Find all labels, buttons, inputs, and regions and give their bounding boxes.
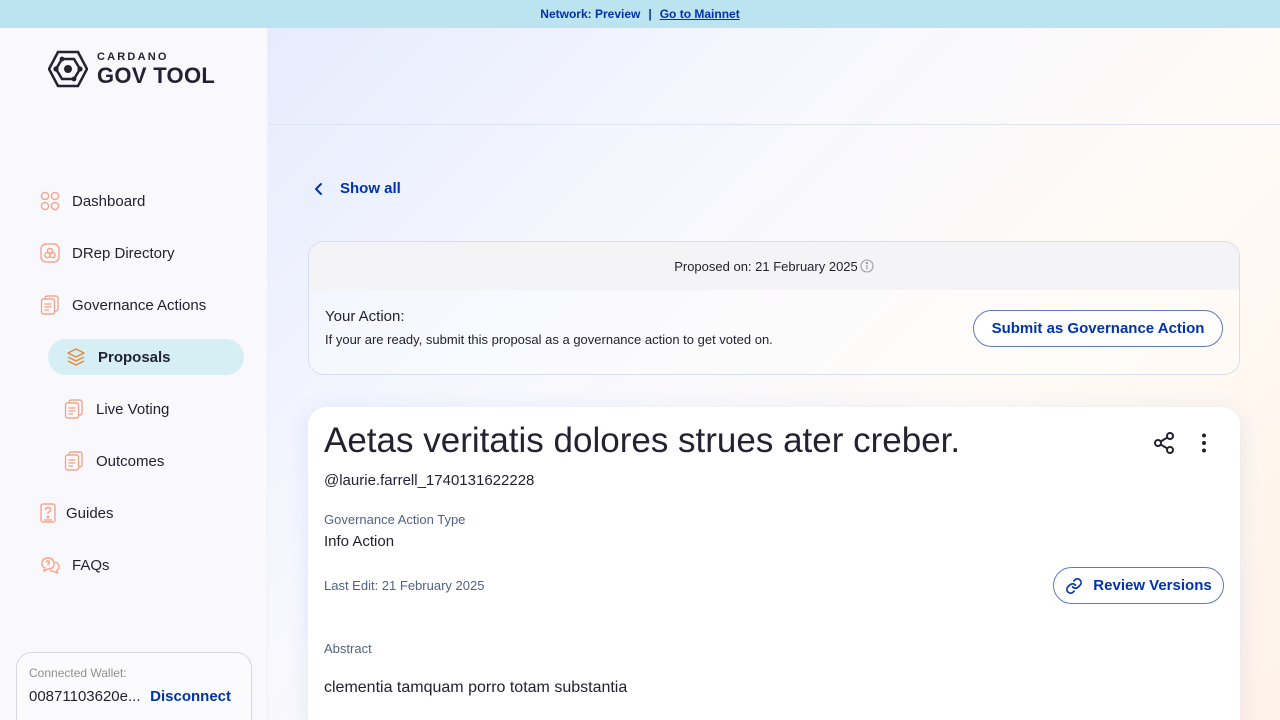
sidebar-item-live-voting[interactable]: Live Voting — [64, 391, 169, 427]
network-banner: Network: Preview | Go to Mainnet — [0, 0, 1280, 28]
sidebar-item-label: Guides — [66, 504, 114, 522]
sidebar-item-proposals[interactable]: Proposals — [48, 339, 244, 375]
sidebar-item-dashboard[interactable]: Dashboard — [40, 183, 145, 219]
abstract-text: clementia tamquam porro totam substantia — [324, 679, 628, 696]
cardano-logo-icon — [48, 50, 88, 88]
proposal-title: Aetas veritatis dolores strues ater creb… — [324, 421, 961, 460]
drep-directory-icon — [40, 243, 60, 263]
live-voting-icon — [64, 399, 84, 419]
governance-action-type-label: Governance Action Type — [324, 512, 466, 527]
info-icon[interactable] — [860, 259, 874, 273]
share-icon[interactable] — [1152, 431, 1176, 455]
wallet-label: Connected Wallet: — [29, 666, 127, 680]
faqs-icon — [40, 555, 60, 575]
sidebar-item-label: Governance Actions — [72, 296, 207, 314]
sidebar-item-label: DRep Directory — [72, 244, 175, 262]
your-action-card: Proposed on: 21 February 2025 Your Actio… — [308, 241, 1240, 375]
more-options-icon[interactable] — [1192, 431, 1216, 455]
your-action-description: If your are ready, submit this proposal … — [325, 332, 773, 347]
guides-icon — [40, 503, 56, 523]
sidebar-item-faqs[interactable]: FAQs — [40, 547, 110, 583]
wallet-address: 00871103620e... — [29, 688, 141, 705]
sidebar-item-label: FAQs — [72, 556, 110, 574]
proposed-on-header: Proposed on: 21 February 2025 — [309, 242, 1239, 290]
last-edit-date: Last Edit: 21 February 2025 — [324, 578, 485, 593]
go-to-mainnet-link[interactable]: Go to Mainnet — [660, 7, 740, 21]
review-versions-label: Review Versions — [1093, 577, 1212, 594]
connected-wallet-panel: Connected Wallet: 00871103620e... Discon… — [16, 652, 252, 720]
logo[interactable]: CARDANO GOV TOOL — [48, 50, 215, 88]
chevron-left-icon — [315, 182, 322, 195]
your-action-label: Your Action: — [325, 308, 405, 325]
show-all-link[interactable]: Show all — [312, 180, 401, 197]
sidebar-item-label: Proposals — [98, 348, 171, 366]
sidebar-item-governance-actions[interactable]: Governance Actions — [40, 287, 206, 323]
submit-as-governance-action-button[interactable]: Submit as Governance Action — [973, 310, 1223, 347]
sidebar-item-label: Dashboard — [72, 192, 146, 210]
abstract-label: Abstract — [324, 641, 372, 656]
sidebar-item-drep-directory[interactable]: DRep Directory — [40, 235, 175, 271]
logo-big-text: GOV TOOL — [97, 62, 216, 88]
governance-actions-icon — [40, 295, 60, 315]
proposals-icon — [66, 347, 86, 367]
proposal-author: @laurie.farrell_1740131622228 — [324, 472, 535, 489]
main-content: Show all Proposed on: 21 February 2025 Y… — [268, 28, 1280, 720]
sidebar-item-label: Live Voting — [96, 400, 170, 418]
outcomes-icon — [64, 451, 84, 471]
link-icon — [1066, 577, 1083, 594]
sidebar-item-outcomes[interactable]: Outcomes — [64, 443, 164, 479]
top-bar — [268, 28, 1280, 125]
sidebar-item-label: Outcomes — [96, 452, 165, 470]
review-versions-button[interactable]: Review Versions — [1053, 567, 1224, 604]
sidebar: CARDANO GOV TOOL Dashboard DRep Director… — [0, 28, 268, 720]
logo-small-text: CARDANO — [97, 50, 169, 63]
proposal-card: Aetas veritatis dolores strues ater creb… — [308, 407, 1240, 720]
proposed-on-date: Proposed on: 21 February 2025 — [674, 258, 858, 274]
disconnect-button[interactable]: Disconnect — [150, 688, 231, 705]
network-label: Network: Preview — [540, 7, 641, 21]
sidebar-item-guides[interactable]: Guides — [40, 495, 114, 531]
dashboard-icon — [40, 191, 60, 211]
governance-action-type-value: Info Action — [324, 533, 395, 550]
banner-separator: | — [648, 7, 652, 21]
show-all-label: Show all — [340, 180, 401, 197]
